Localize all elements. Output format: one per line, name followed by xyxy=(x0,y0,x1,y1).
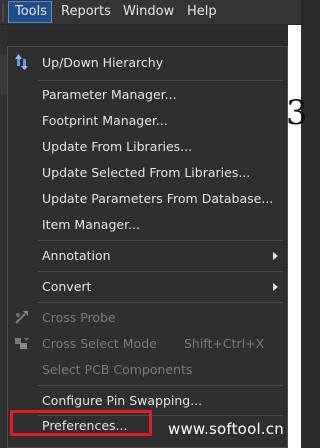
menu-separator xyxy=(38,271,283,272)
menu-item-select-pcb-components[interactable]: Select PCB Components xyxy=(8,357,287,383)
menu-item-item-manager[interactable]: Item Manager... xyxy=(8,212,287,238)
menu-item-label: Configure Pin Swapping... xyxy=(42,393,203,408)
menu-item-cross-probe[interactable]: Cross Probe xyxy=(8,305,287,331)
menu-item-label: Up/Down Hierarchy xyxy=(42,55,164,70)
menu-item-update-parameters-from-database[interactable]: Update Parameters From Database... xyxy=(8,186,287,212)
menu-item-cross-select-mode[interactable]: Cross Select Mode Shift+Ctrl+X xyxy=(8,331,287,357)
submenu-arrow-icon xyxy=(273,252,278,260)
panel-tab[interactable] xyxy=(0,55,7,95)
menu-item-up-down-hierarchy[interactable]: Up/Down Hierarchy xyxy=(8,50,287,76)
menu-item-parameter-manager[interactable]: Parameter Manager... xyxy=(8,82,287,108)
up-down-hierarchy-icon xyxy=(15,54,28,70)
menu-item-label: Parameter Manager... xyxy=(42,87,177,102)
menu-item-label: Cross Probe xyxy=(42,310,116,325)
menu-tools[interactable]: Tools xyxy=(8,1,52,23)
menu-separator xyxy=(38,240,283,241)
menu-item-update-from-libraries[interactable]: Update From Libraries... xyxy=(8,134,287,160)
menu-item-label: Annotation xyxy=(42,248,111,263)
menu-help[interactable]: Help xyxy=(181,1,221,23)
shortcut-label: Shift+Ctrl+X xyxy=(184,336,265,351)
document-text-fragment: 3 xyxy=(286,93,308,133)
menu-separator xyxy=(38,80,283,81)
tools-dropdown-menu: Up/Down Hierarchy Parameter Manager... F… xyxy=(7,46,288,448)
menu-reports[interactable]: Reports xyxy=(55,1,113,23)
menu-item-footprint-manager[interactable]: Footprint Manager... xyxy=(8,108,287,134)
menu-window[interactable]: Window xyxy=(117,1,177,23)
watermark-text: www.softool.cn xyxy=(168,420,284,438)
menu-item-label: Select PCB Components xyxy=(42,362,193,377)
menu-item-label: Update Parameters From Database... xyxy=(42,191,274,206)
menu-separator xyxy=(38,302,283,303)
menubar-grip xyxy=(2,4,4,22)
schematic-document-edge: 3 xyxy=(286,25,308,448)
menu-item-label: Convert xyxy=(42,279,92,294)
menu-bar: Tools Reports Window Help xyxy=(0,0,301,25)
menu-item-convert[interactable]: Convert xyxy=(8,274,287,300)
menu-item-label: Cross Select Mode xyxy=(42,336,157,351)
cross-probe-icon xyxy=(15,311,28,324)
menu-separator xyxy=(38,385,283,386)
preferences-highlight-annotation xyxy=(10,410,152,436)
menu-item-update-selected-from-libraries[interactable]: Update Selected From Libraries... xyxy=(8,160,287,186)
menu-item-label: Footprint Manager... xyxy=(42,113,168,128)
menu-item-label: Update From Libraries... xyxy=(42,139,193,154)
submenu-arrow-icon xyxy=(273,283,278,291)
menu-item-annotation[interactable]: Annotation xyxy=(8,243,287,269)
cross-select-mode-icon xyxy=(15,338,29,349)
left-panel-edge xyxy=(0,25,7,448)
menu-item-label: Update Selected From Libraries... xyxy=(42,165,251,180)
menu-item-label: Item Manager... xyxy=(42,217,140,232)
